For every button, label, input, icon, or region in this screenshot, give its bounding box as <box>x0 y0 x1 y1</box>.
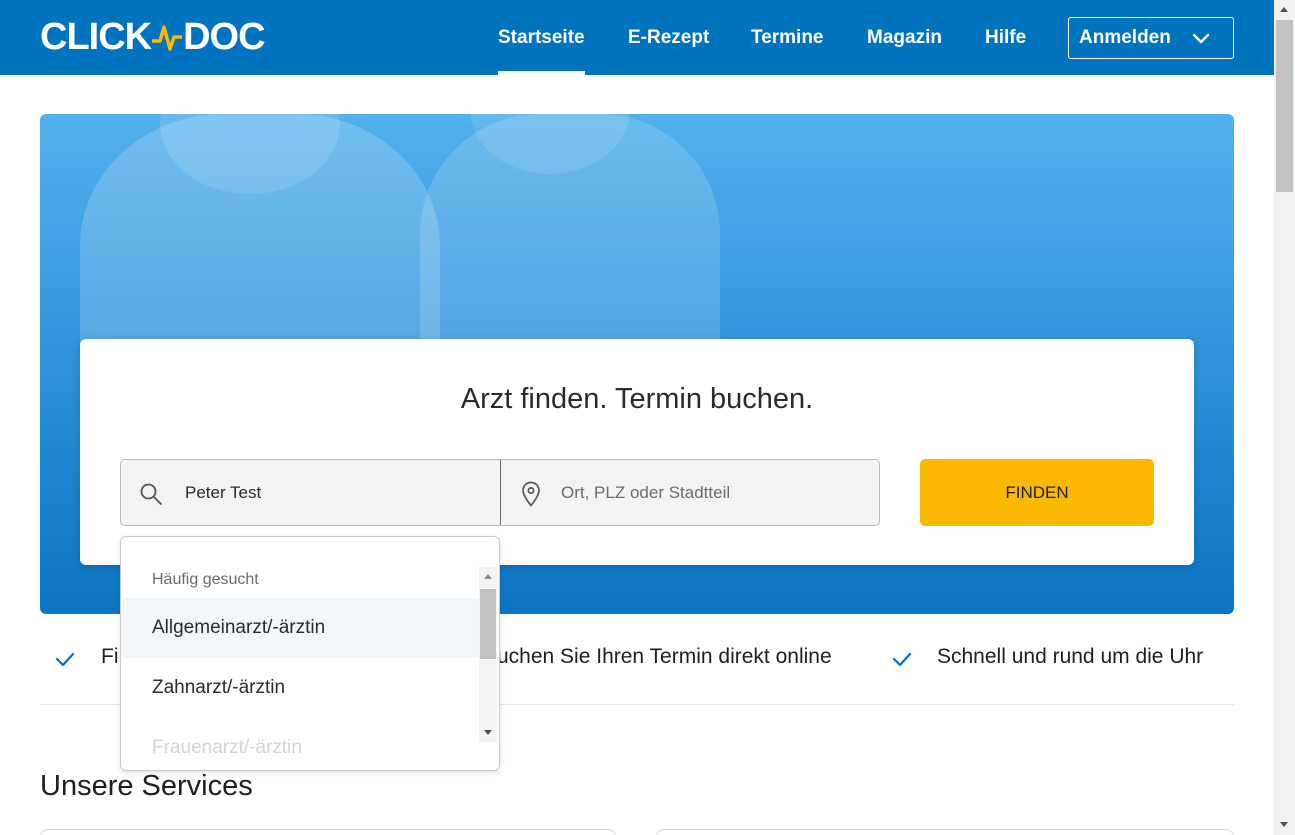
nav-termine[interactable]: Termine <box>751 0 824 75</box>
search-divider <box>500 460 501 525</box>
find-button[interactable]: FINDEN <box>920 459 1154 526</box>
scroll-up-arrow-icon[interactable] <box>1280 7 1288 12</box>
usp-text-3: Schnell und rund um die Uhr <box>937 645 1204 668</box>
logo-text-right: DOC <box>183 15 265 58</box>
site-header: CLICK DOC Startseite E-Rezept Termine Ma… <box>0 0 1274 75</box>
search-suggestions-dropdown: Häufig gesucht Allgemeinarzt/-ärztin Zah… <box>120 536 500 771</box>
page-scrollbar[interactable] <box>1274 0 1295 835</box>
nav-startseite[interactable]: Startseite <box>498 0 585 75</box>
usp-text-1: Fi <box>101 645 119 668</box>
suggestions-heading: Häufig gesucht <box>152 571 259 588</box>
usp-text-2: uchen Sie Ihren Termin direkt online <box>497 645 832 668</box>
search-card: Arzt finden. Termin buchen. Peter Test O… <box>80 339 1194 565</box>
chevron-down-icon <box>1192 33 1210 44</box>
service-card[interactable] <box>656 829 1234 835</box>
service-card[interactable] <box>40 829 616 835</box>
doctor-search-input[interactable]: Peter Test <box>185 460 261 525</box>
scroll-thumb[interactable] <box>1276 20 1293 192</box>
location-pin-icon <box>522 481 540 507</box>
scroll-down-arrow-icon[interactable] <box>1280 822 1288 827</box>
login-label: Anmelden <box>1079 27 1171 48</box>
nav-hilfe[interactable]: Hilfe <box>985 0 1026 75</box>
suggestion-item[interactable]: Zahnarzt/-ärztin <box>123 658 479 718</box>
location-input[interactable]: Ort, PLZ oder Stadtteil <box>561 460 730 525</box>
logo-text-left: CLICK <box>40 15 152 58</box>
dropdown-scroll-up-icon[interactable] <box>484 574 492 579</box>
login-button[interactable]: Anmelden <box>1068 17 1234 59</box>
check-icon <box>55 652 75 667</box>
suggestion-item[interactable]: Allgemeinarzt/-ärztin <box>123 598 479 658</box>
clickdoc-logo[interactable]: CLICK DOC <box>40 15 266 58</box>
pulse-icon <box>152 25 183 51</box>
search-icon <box>140 483 162 505</box>
suggestion-item[interactable]: Frauenarzt/-ärztin <box>123 718 479 770</box>
nav-e-rezept[interactable]: E-Rezept <box>628 0 709 75</box>
nav-magazin[interactable]: Magazin <box>867 0 942 75</box>
search-title: Arzt finden. Termin buchen. <box>460 383 814 415</box>
check-icon <box>892 652 912 667</box>
dropdown-scroll-down-icon[interactable] <box>484 730 492 735</box>
search-box: Peter Test Ort, PLZ oder Stadtteil <box>120 459 880 526</box>
dropdown-scrollbar[interactable] <box>479 567 497 742</box>
dropdown-scroll-thumb[interactable] <box>480 589 496 659</box>
services-title: Unsere Services <box>40 770 253 802</box>
